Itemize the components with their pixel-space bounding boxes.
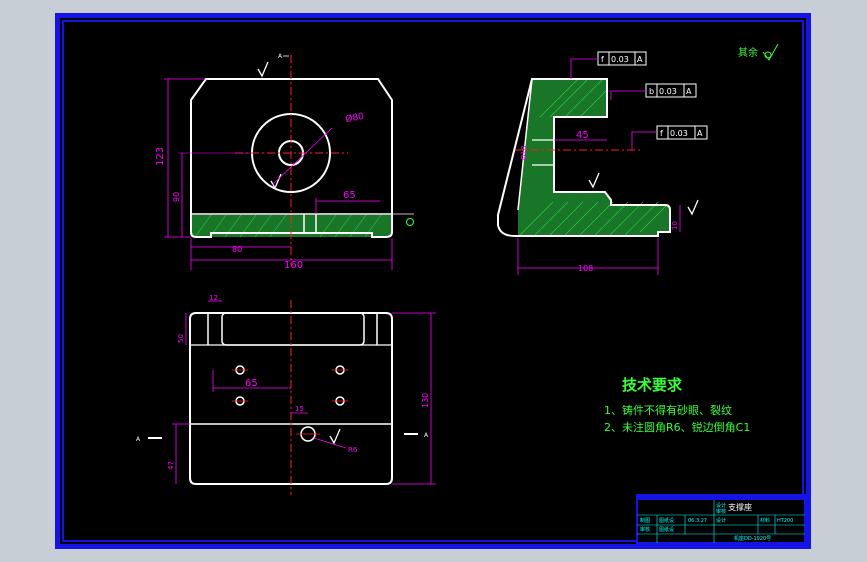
dim-side-45: 45 (576, 130, 589, 141)
cad-drawing-canvas: 其余 A Ø80 65 80 160 123 90 f 0.03 A b 0.0… (55, 13, 811, 549)
dim-top-130: 130 (421, 393, 430, 408)
svg-text:材料: 材料 (760, 517, 770, 524)
dim-top-65: 65 (245, 378, 258, 389)
svg-text:HT200: HT200 (777, 518, 793, 524)
svg-text:审核: 审核 (716, 508, 726, 515)
svg-text:A: A (697, 129, 703, 138)
svg-text:f: f (601, 55, 604, 64)
svg-text:f: f (660, 129, 663, 138)
svg-text:b: b (649, 87, 654, 96)
dim-side-108: 108 (578, 264, 593, 273)
svg-text:0.03: 0.03 (611, 55, 629, 64)
svg-text:0.03: 0.03 (659, 87, 677, 96)
dim-top-50: 50 (177, 334, 185, 343)
svg-text:A: A (686, 87, 692, 96)
dim-side-bore: Ø18 (520, 146, 528, 160)
tech-req-title: 技术要求 (622, 376, 683, 394)
title-block-part-name: 支撑座 (728, 502, 752, 512)
svg-text:制图: 制图 (640, 517, 650, 524)
dim-top-47: 47 (167, 461, 175, 470)
dim-front-160: 160 (284, 260, 303, 271)
svg-text:设计: 设计 (716, 502, 726, 509)
svg-text:0.03: 0.03 (670, 129, 688, 138)
title-block: 设计 支撑座 审核 制图 图纸设 06.3.27 设计 材料 HT200 审核 … (636, 494, 806, 544)
dim-front-65: 65 (343, 190, 356, 201)
dim-top-15: 15 (295, 405, 304, 413)
title-block-drawing-number: 机座DD-1920号 (734, 535, 771, 542)
svg-text:A: A (637, 55, 643, 64)
dim-top-r6: R6 (348, 446, 358, 454)
dim-front-80: 80 (232, 245, 242, 254)
tech-req-item: 2、未注圆角R6、锐边倒角C1 (604, 420, 750, 434)
svg-text:审核: 审核 (640, 526, 650, 533)
dim-front-123: 123 (155, 147, 166, 166)
svg-text:设计: 设计 (716, 517, 726, 524)
dim-top-12: 12 (209, 294, 218, 302)
svg-text:图纸设: 图纸设 (659, 517, 674, 524)
svg-text:图纸设: 图纸设 (659, 526, 674, 533)
corner-note-label: 其余 (738, 46, 758, 59)
dim-front-90: 90 (172, 192, 181, 202)
svg-text:06.3.27: 06.3.27 (688, 518, 707, 524)
dim-side-height: 10 (671, 221, 679, 230)
tech-req-item: 1、铸件不得有砂眼、裂纹 (604, 403, 732, 417)
